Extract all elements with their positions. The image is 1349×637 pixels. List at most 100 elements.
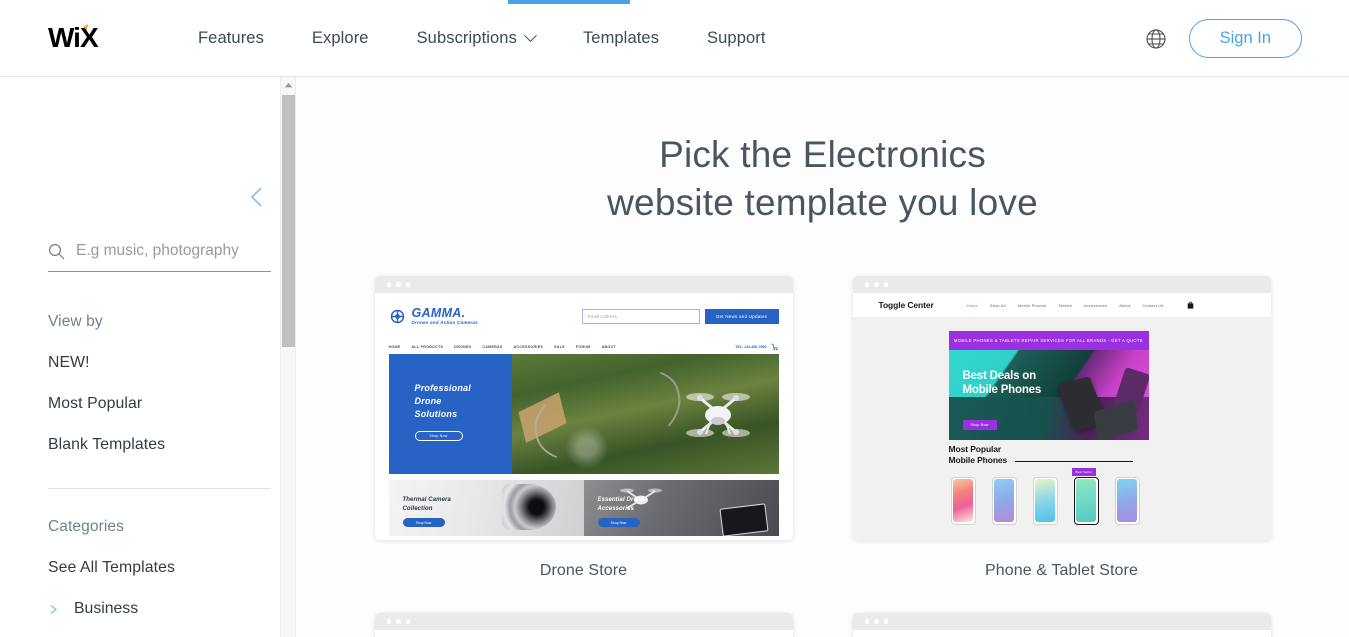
- tablet-photo: [719, 503, 769, 536]
- template-card-partial[interactable]: [374, 613, 793, 637]
- page-title: Pick the Electronics website template yo…: [296, 131, 1349, 227]
- templates-main: Pick the Electronics website template yo…: [296, 77, 1349, 637]
- hero-title: Professional Drone Solutions: [414, 383, 471, 420]
- preview-nav-item: ABOUT: [601, 345, 616, 349]
- chrome-dot: [874, 619, 879, 624]
- preview-nav-item: Accessories: [1083, 302, 1108, 308]
- chrome-dot: [883, 282, 888, 287]
- chrome-dot: [883, 619, 888, 624]
- chevron-left-icon[interactable]: [247, 184, 267, 210]
- template-card-partial[interactable]: [852, 613, 1271, 637]
- camera-lens-photo: [502, 484, 557, 531]
- phone-thumbnail: [991, 476, 1017, 525]
- sign-in-button[interactable]: Sign In: [1188, 19, 1302, 58]
- header-actions: Sign In: [1145, 0, 1302, 77]
- phone-screen: [1117, 479, 1137, 523]
- nav-item-explore[interactable]: Explore: [312, 29, 369, 48]
- nav-item-features[interactable]: Features: [198, 29, 264, 48]
- sidebar-item-new[interactable]: NEW!: [48, 354, 165, 372]
- template-search[interactable]: [48, 242, 271, 272]
- nav-item-support[interactable]: Support: [707, 29, 766, 48]
- page-title-line2: website template you love: [607, 182, 1038, 224]
- hero-text-panel: Professional Drone Solutions Shop Now: [388, 354, 512, 474]
- nav-label: Explore: [311, 28, 369, 47]
- preview-header: GAMMA. Drones and Action Cameras Email A…: [375, 293, 793, 340]
- template-caption[interactable]: Phone & Tablet Store: [853, 562, 1271, 580]
- nav-item-subscriptions[interactable]: Subscriptions: [417, 28, 537, 48]
- chevron-down-icon: [524, 28, 537, 42]
- view-by-section: View by NEW! Most Popular Blank Template…: [48, 313, 165, 477]
- category-label: Business: [74, 600, 139, 617]
- preview-nav-item: ALL PRODUCTS: [411, 345, 444, 349]
- section-rule: [1015, 460, 1134, 462]
- chrome-dot: [864, 282, 869, 287]
- chrome-dot: [396, 619, 401, 624]
- gamma-tagline: Drones and Action Cameras: [411, 320, 478, 326]
- search-input[interactable]: [76, 242, 266, 260]
- page-title-line1: Pick the Electronics: [659, 134, 986, 175]
- template-card-drone-store[interactable]: GAMMA. Drones and Action Cameras Email A…: [374, 276, 793, 540]
- chrome-dot: [396, 282, 401, 287]
- browser-chrome-bar: [374, 613, 793, 630]
- panel-thermal-camera: Thermal Camera Collection Shop Now: [388, 480, 584, 536]
- chrome-dot: [405, 619, 410, 624]
- hero-shop-now-button: Shop Now: [414, 431, 463, 442]
- template-caption[interactable]: Drone Store: [375, 562, 793, 580]
- template-preview-phone-tablet: Toggle Center Home Shop All Mobile Phone…: [852, 293, 1271, 540]
- preview-header: Toggle Center Home Shop All Mobile Phone…: [852, 293, 1271, 317]
- preview-nav-item: About: [1119, 302, 1131, 308]
- hero-title: Best Deals on Mobile Phones: [962, 370, 1042, 397]
- preview-nav-item: FORUM: [575, 345, 591, 349]
- sidebar-divider: [48, 488, 271, 489]
- scroll-up-arrow-icon[interactable]: [281, 77, 296, 93]
- template-grid-row-2: [296, 613, 1349, 637]
- toggle-center-brand: Toggle Center: [878, 300, 934, 310]
- nav-label: Templates: [582, 28, 660, 47]
- nav-label: Support: [707, 28, 766, 47]
- browser-chrome-bar: [852, 613, 1271, 630]
- sidebar-scrollbar[interactable]: [280, 77, 295, 637]
- page-loading-bar: [508, 0, 630, 4]
- preview-nav-item: Tablets: [1058, 302, 1072, 308]
- phone-screen: [1035, 479, 1055, 523]
- sidebar-item-most-popular[interactable]: Most Popular: [48, 395, 165, 413]
- preview-hero: MOBILE PHONES & TABLETS REPAIR SERVICES …: [948, 331, 1149, 440]
- sidebar-item-blank-templates[interactable]: Blank Templates: [48, 436, 165, 454]
- preview-nav-item: HOME: [388, 345, 401, 349]
- preview-nav-item: Home: [966, 302, 978, 308]
- subscribe-button: Get News and Updates: [704, 309, 779, 324]
- globe-icon[interactable]: [1145, 28, 1167, 50]
- shopping-bag-icon: [1188, 301, 1194, 309]
- chrome-dot: [405, 282, 410, 287]
- hero-image: Best Deals on Mobile Phones Shop Now: [948, 350, 1149, 440]
- preview-nav-item: ACCESSORIES: [513, 345, 544, 349]
- panel-shop-now-button: Shop Now: [597, 518, 640, 527]
- phone-thumbnail: [1032, 476, 1058, 525]
- scrollbar-thumb[interactable]: [282, 95, 295, 347]
- phone-screen: [994, 479, 1014, 523]
- preview-phone-number: TEL: 123-456-7890: [735, 345, 767, 349]
- drone-illustration: [685, 392, 750, 437]
- page-content: View by NEW! Most Popular Blank Template…: [0, 77, 1349, 637]
- sidebar-item-business[interactable]: Business: [48, 600, 232, 618]
- filters-sidebar: View by NEW! Most Popular Blank Template…: [0, 77, 296, 637]
- template-card-phone-tablet-store[interactable]: Toggle Center Home Shop All Mobile Phone…: [852, 276, 1271, 540]
- newsletter-form: Email Address Get News and Updates: [581, 309, 779, 324]
- sidebar-item-see-all-templates[interactable]: See All Templates: [48, 559, 232, 577]
- wix-logo[interactable]: WiX: [48, 21, 124, 55]
- browser-chrome-bar: [852, 276, 1271, 293]
- nav-label: Features: [198, 28, 264, 47]
- svg-text:WiX: WiX: [48, 23, 99, 53]
- view-by-heading: View by: [48, 313, 103, 330]
- preview-nav-item: Mobile Phones: [1017, 302, 1047, 308]
- site-header: WiX Features Explore Subscriptions Templ…: [0, 0, 1349, 77]
- preview-nav-item: Shop All: [989, 302, 1006, 308]
- preview-body: MOBILE PHONES & TABLETS REPAIR SERVICES …: [870, 317, 1253, 540]
- template-grid: GAMMA. Drones and Action Cameras Email A…: [296, 276, 1349, 580]
- panel-title: Thermal Camera Collection: [402, 497, 451, 512]
- promo-banner: MOBILE PHONES & TABLETS REPAIR SERVICES …: [948, 331, 1149, 350]
- section-title: Most Popular Mobile Phones: [948, 444, 1008, 465]
- preview-nav-right: TEL: 123-456-7890: [735, 343, 778, 351]
- nav-item-templates[interactable]: Templates: [583, 29, 659, 48]
- gamma-logo: GAMMA. Drones and Action Cameras: [389, 307, 478, 326]
